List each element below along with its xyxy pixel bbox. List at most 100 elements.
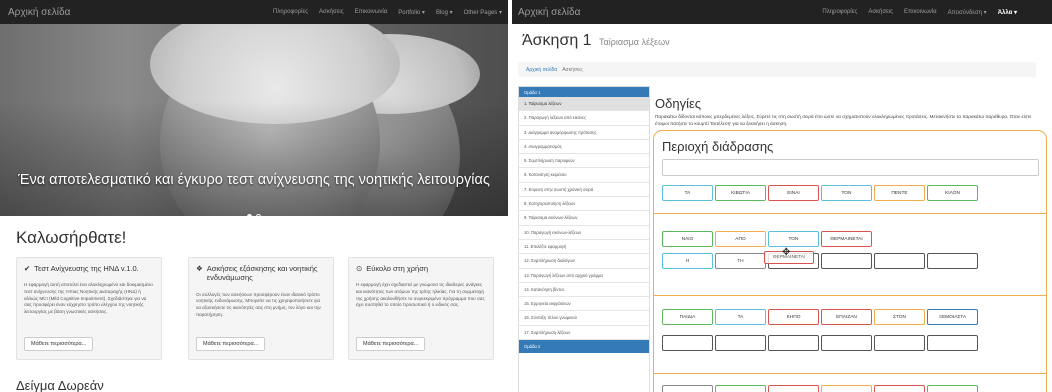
- sidebar-item[interactable]: 14. Κατανόηση βίντεο: [519, 283, 649, 298]
- carousel-indicators: [0, 214, 508, 216]
- word-chip[interactable]: ΠΑΙΔΙΑ: [662, 309, 713, 325]
- navbar-brand[interactable]: Αρχική σελίδα: [8, 7, 70, 18]
- nav-link-exercises[interactable]: Ασκήσεις: [868, 9, 893, 16]
- learn-more-button[interactable]: Μάθετε περισσότερα...: [356, 337, 426, 351]
- word-chip[interactable]: ΑΠΟ: [715, 231, 766, 247]
- compass-icon: ⊙: [356, 264, 363, 273]
- empty-slot[interactable]: [715, 335, 766, 351]
- nav-link-info[interactable]: Πληροφορίες: [273, 9, 308, 16]
- exercise-page-pane: Αρχική σελίδα Πληροφορίες Ασκήσεις Επικο…: [512, 0, 1052, 392]
- feature-card-ease-of-use: ⊙ Εύκολο στη χρήση Η εφαρμογή έχει σχεδι…: [348, 257, 494, 360]
- nav-user-menu[interactable]: [1028, 9, 1046, 16]
- sidebar-item[interactable]: 10. Παραγωγή εικόνων-λέξεων: [519, 226, 649, 240]
- word-row: Η ΓΗ: [662, 253, 978, 269]
- feature-card-exercises: ❖ Ασκήσεις εξάσκησης και νοητικής ενδυνά…: [188, 257, 334, 360]
- word-chip[interactable]: ΕΙΝΑΙ: [768, 185, 819, 201]
- word-chip[interactable]: [715, 385, 766, 392]
- empty-slot[interactable]: [768, 335, 819, 351]
- card-title-text: Εύκολο στη χρήση: [366, 264, 428, 273]
- breadcrumb-home-link[interactable]: Αρχική σελίδα: [526, 67, 557, 73]
- section-heading: Δείγμα Δωρεάν: [16, 378, 104, 392]
- word-chip[interactable]: ΠΕΝΤΕ: [874, 185, 925, 201]
- check-icon: ✔: [24, 264, 31, 273]
- word-row: [662, 335, 978, 351]
- word-chip[interactable]: [821, 385, 872, 392]
- word-chip[interactable]: ΘΕΡΜΑΙΝΕΤΑΙ: [821, 231, 872, 247]
- word-row: [662, 385, 978, 392]
- sidebar-item[interactable]: 6. Κατανόηση κειμένου: [519, 168, 649, 183]
- sidebar-item[interactable]: 2. Παραγωγή λέξεων από εικόνες: [519, 111, 649, 126]
- hero-carousel[interactable]: Ένα αποτελεσματικό και έγκυρο τεστ ανίχν…: [0, 24, 508, 216]
- answer-input[interactable]: [662, 159, 1039, 176]
- sidebar-item[interactable]: 12. Συμπλήρωση διαλόγων: [519, 254, 649, 269]
- nav-link-contact[interactable]: Επικοινωνία: [355, 9, 388, 16]
- sidebar-item[interactable]: 4. Αναγραμματισμός: [519, 140, 649, 155]
- word-chip[interactable]: ΤΟΝ: [821, 185, 872, 201]
- word-chip[interactable]: Η: [662, 253, 713, 269]
- sidebar-group-footer[interactable]: Ομάδα 2: [519, 340, 649, 354]
- word-chip[interactable]: ΤΑ: [715, 309, 766, 325]
- sidebar-item[interactable]: 7. Εύρεση στην σωστή χρονική σειρά: [519, 183, 649, 198]
- sidebar-item[interactable]: 17. Συμπλήρωση λέξεων: [519, 326, 649, 341]
- card-title-text: Τεστ Ανίχνευσης της ΗΝΔ v.1.0.: [34, 264, 139, 273]
- sidebar-item[interactable]: 5. Συμπλήρωση παροιμιών: [519, 154, 649, 169]
- empty-slot[interactable]: [662, 335, 713, 351]
- word-chip[interactable]: ΝΑΙΟ: [662, 231, 713, 247]
- learn-more-button[interactable]: Μάθετε περισσότερα...: [196, 337, 266, 351]
- learn-more-button[interactable]: Μάθετε περισσότερα...: [24, 337, 94, 351]
- exercise-sidebar: Ομάδα 1 1. Ταίριασμα λέξεων 2. Παραγωγή …: [518, 86, 650, 392]
- nav-link-contact[interactable]: Επικοινωνία: [904, 9, 937, 16]
- sidebar-group-header[interactable]: Ομάδα 1: [519, 87, 649, 97]
- word-chip[interactable]: ΤΟΝ: [768, 231, 819, 247]
- hero-caption: Ένα αποτελεσματικό και έγκυρο τεστ ανίχν…: [18, 172, 490, 188]
- word-chip[interactable]: ΞΕΜΟΙΑΣΤΑ: [927, 309, 978, 325]
- word-chip[interactable]: [662, 385, 713, 392]
- empty-slot[interactable]: [874, 253, 925, 269]
- card-title: ✔ Τεστ Ανίχνευσης της ΗΝΔ v.1.0.: [24, 264, 154, 273]
- carousel-dot[interactable]: [247, 214, 252, 216]
- card-text: Η εφαρμογή έχει σχεδιαστεί με γνώμονα τι…: [356, 282, 485, 308]
- word-row: ΠΑΙΔΙΑ ΤΑ ΚΗΠΟ ΕΠΑΙΖΑΝ ΣΤΟΝ ΞΕΜΟΙΑΣΤΑ: [662, 309, 978, 325]
- empty-slot[interactable]: [927, 253, 978, 269]
- nav-link-exercises[interactable]: Ασκήσεις: [319, 9, 344, 16]
- top-navbar: Αρχική σελίδα Πληροφορίες Ασκήσεις Επικο…: [512, 0, 1052, 24]
- card-text: Η εφαρμογή αυτή αποτελεί ένα ολοκληρωμέν…: [24, 282, 153, 314]
- navbar-brand[interactable]: Αρχική σελίδα: [518, 7, 580, 18]
- sidebar-item[interactable]: 1. Ταίριασμα λέξεων: [519, 97, 649, 112]
- word-chip[interactable]: ΕΠΑΙΖΑΝ: [821, 309, 872, 325]
- sidebar-item[interactable]: 16. Σύνταξη τίτλου γνωμικού: [519, 311, 649, 326]
- empty-slot[interactable]: [874, 335, 925, 351]
- sidebar-item[interactable]: 13. Παραγωγή λέξεων από αρχικό γράμμα: [519, 269, 649, 283]
- word-chip[interactable]: ΣΤΟΝ: [874, 309, 925, 325]
- empty-slot[interactable]: [821, 335, 872, 351]
- carousel-dot[interactable]: [256, 214, 261, 216]
- nav-link-other-pages[interactable]: Other Pages ▾: [464, 9, 502, 16]
- word-chip[interactable]: [874, 385, 925, 392]
- sidebar-item[interactable]: 8. Κατηγοριοποίηση λέξεων: [519, 197, 649, 212]
- word-row: ΝΑΙΟ ΑΠΟ ΤΟΝ ΘΕΡΜΑΙΝΕΤΑΙ: [662, 231, 872, 247]
- nav-link-info[interactable]: Πληροφορίες: [822, 9, 857, 16]
- nav-link-logout[interactable]: Αποσύνδεση ▾: [948, 9, 987, 16]
- word-chip[interactable]: [768, 385, 819, 392]
- word-chip[interactable]: [927, 385, 978, 392]
- empty-slot[interactable]: [821, 253, 872, 269]
- nav-link-blog[interactable]: Blog ▾: [436, 9, 453, 16]
- page-title: Άσκηση 1 Ταίριασμα λέξεων: [522, 32, 670, 50]
- breadcrumb-current: Ασκήσεις: [562, 67, 583, 73]
- instructions-text: Παρακάτω δίδονται κάποιες μπερδεμένες λέ…: [655, 114, 1032, 127]
- sidebar-item[interactable]: 3. Διάγραμμα αναμόρφωσης πρότασης: [519, 126, 649, 140]
- word-chip[interactable]: ΚΗΠΟ: [768, 309, 819, 325]
- interaction-area: Περιοχή διάδρασης ΤΑ ΚΙΒΩΤΙΑ ΕΙΝΑΙ ΤΟΝ Π…: [653, 130, 1047, 392]
- word-chip[interactable]: ΤΑ: [662, 185, 713, 201]
- sidebar-item[interactable]: 11. Επιλέξτε εφαρμογή: [519, 240, 649, 255]
- card-title: ⊙ Εύκολο στη χρήση: [356, 264, 486, 273]
- nav-link-more[interactable]: Άλλα ▾: [998, 9, 1017, 16]
- empty-slot[interactable]: [927, 335, 978, 351]
- word-chip[interactable]: ΓΗ: [715, 253, 766, 269]
- sidebar-item[interactable]: 15. Ερμηνεία εκφράσεων: [519, 297, 649, 312]
- word-chip[interactable]: ΚΙΒΩΤΙΑ: [715, 185, 766, 201]
- word-row: ΤΑ ΚΙΒΩΤΙΑ ΕΙΝΑΙ ΤΟΝ ΠΕΝΤΕ ΚΙΛΟΝ: [662, 185, 978, 201]
- sidebar-item[interactable]: 9. Ταίριασμα εικόνων-λέξεων: [519, 211, 649, 226]
- word-chip[interactable]: ΚΙΛΟΝ: [927, 185, 978, 201]
- nav-link-portfolio[interactable]: Portfolio ▾: [398, 9, 425, 16]
